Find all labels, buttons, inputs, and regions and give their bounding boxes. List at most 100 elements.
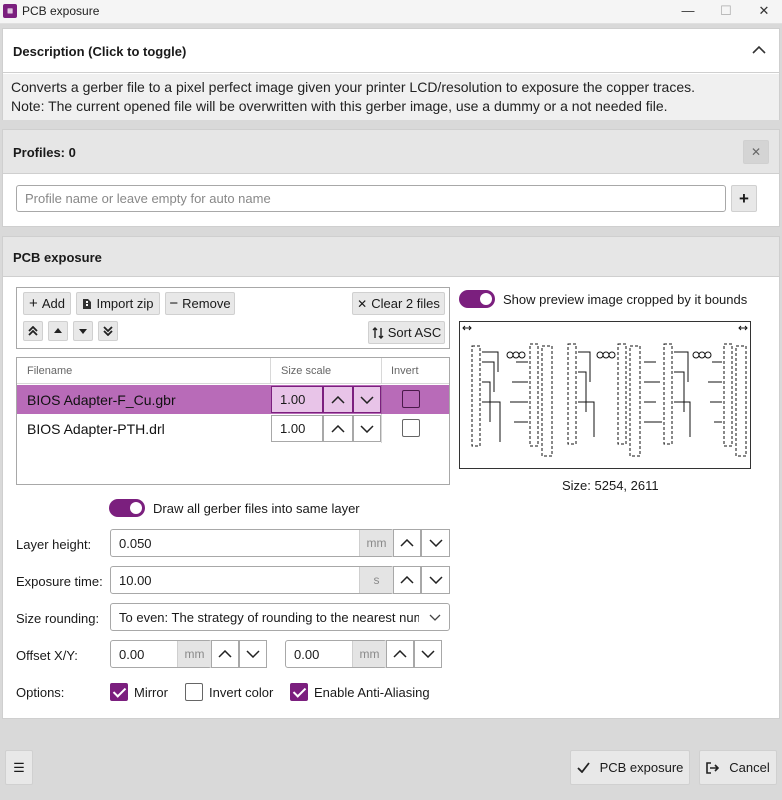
file-toolbar: + Add Import zip − Remove ✕ Clear 2 files S… xyxy=(16,287,450,349)
row-invert-checkbox[interactable] xyxy=(402,419,420,437)
add-profile-button[interactable]: + xyxy=(731,185,757,212)
exposure-time-value: 10.00 xyxy=(119,572,152,588)
description-title: Description (Click to toggle) xyxy=(13,44,187,59)
row-scale-down-button[interactable] xyxy=(353,415,381,442)
app-icon: ▦ xyxy=(3,4,17,18)
add-file-button[interactable]: + Add xyxy=(23,292,71,315)
move-top-button[interactable] xyxy=(23,321,43,341)
plus-icon: + xyxy=(29,295,38,312)
row-filename: BIOS Adapter-PTH.drl xyxy=(27,420,165,437)
table-row[interactable]: BIOS Adapter-F_Cu.gbr 1.00 xyxy=(17,385,449,414)
exposure-time-up-button[interactable] xyxy=(393,566,421,594)
sort-button[interactable]: Sort ASC xyxy=(368,321,445,344)
size-rounding-value: To even: The strategy of rounding to the… xyxy=(119,609,419,625)
pcb-exposure-panel: PCB exposure + Add Import zip − Remove ✕ Cl… xyxy=(2,236,780,719)
pcb-title: PCB exposure xyxy=(13,250,102,265)
column-filename[interactable]: Filename xyxy=(27,358,72,383)
layer-height-value: 0.050 xyxy=(119,535,152,551)
offset-y-input[interactable]: 0.00 mm xyxy=(285,640,387,668)
offset-x-up-button[interactable] xyxy=(211,640,239,668)
chevron-down-icon xyxy=(428,576,443,584)
exit-icon xyxy=(706,761,720,774)
chevron-down-icon xyxy=(360,395,374,404)
offset-x-down-button[interactable] xyxy=(239,640,267,668)
triangle-down-icon xyxy=(79,329,87,334)
chevron-down-icon xyxy=(360,424,374,433)
options-label: Options: xyxy=(16,685,65,700)
import-zip-button[interactable]: Import zip xyxy=(76,292,160,315)
profiles-close-button[interactable]: ✕ xyxy=(743,140,769,164)
layer-height-up-button[interactable] xyxy=(393,529,421,557)
offset-x-value: 0.00 xyxy=(119,646,145,662)
description-body: Converts a gerber file to a pixel perfec… xyxy=(3,74,779,120)
size-rounding-label: Size rounding: xyxy=(16,611,100,626)
pcb-exposure-confirm-button[interactable]: PCB exposure xyxy=(570,750,690,785)
layer-height-unit: mm xyxy=(359,530,393,556)
chevron-down-icon xyxy=(421,650,435,658)
move-up-button[interactable] xyxy=(48,321,68,341)
pcb-preview-image xyxy=(459,321,751,469)
size-rounding-select[interactable]: To even: The strategy of rounding to the… xyxy=(110,603,450,631)
row-scale-up-button[interactable] xyxy=(323,386,353,413)
row-scale-input[interactable]: 1.00 xyxy=(271,386,323,413)
clear-files-button[interactable]: ✕ Clear 2 files xyxy=(352,292,445,315)
offset-x-input[interactable]: 0.00 mm xyxy=(110,640,212,668)
row-scale-input[interactable]: 1.00 xyxy=(271,415,323,442)
anti-aliasing-checkbox[interactable] xyxy=(290,683,308,701)
preview-crop-toggle[interactable] xyxy=(459,290,495,308)
profiles-panel: Profiles: 0 ✕ Profile name or leave empt… xyxy=(2,129,780,227)
chevron-up-icon xyxy=(218,650,232,658)
chevron-up-icon xyxy=(400,576,414,584)
mirror-checkbox[interactable] xyxy=(110,683,128,701)
offset-y-up-button[interactable] xyxy=(386,640,414,668)
close-button[interactable]: ✕ xyxy=(754,2,774,20)
row-filename: BIOS Adapter-F_Cu.gbr xyxy=(27,391,176,408)
invert-color-checkbox[interactable] xyxy=(185,683,203,701)
exposure-time-label: Exposure time: xyxy=(16,574,103,589)
chevron-up-icon xyxy=(400,539,414,547)
preview-crop-label: Show preview image cropped by it bounds xyxy=(503,292,748,307)
layer-height-down-button[interactable] xyxy=(421,529,450,557)
exposure-time-down-button[interactable] xyxy=(421,566,450,594)
move-bottom-button[interactable] xyxy=(98,321,118,341)
checkmark-icon xyxy=(576,762,590,773)
exposure-time-input[interactable]: 10.00 s xyxy=(110,566,394,594)
offset-y-down-button[interactable] xyxy=(414,640,442,668)
offset-x-unit: mm xyxy=(177,641,211,667)
cancel-button[interactable]: Cancel xyxy=(699,750,777,785)
invert-color-label: Invert color xyxy=(209,685,274,700)
column-invert[interactable]: Invert xyxy=(391,358,419,383)
minimize-button[interactable]: — xyxy=(678,2,698,20)
menu-button[interactable]: ☰ xyxy=(5,750,33,785)
offset-y-unit: mm xyxy=(352,641,386,667)
column-size-scale[interactable]: Size scale xyxy=(281,358,331,383)
chevron-up-icon xyxy=(393,650,407,658)
remove-file-label: Remove xyxy=(182,296,231,311)
table-row[interactable]: BIOS Adapter-PTH.drl 1.00 xyxy=(17,414,449,443)
offset-label: Offset X/Y: xyxy=(16,648,78,663)
exposure-time-unit: s xyxy=(359,567,393,593)
sort-label: Sort ASC xyxy=(387,325,442,340)
same-layer-toggle[interactable] xyxy=(109,499,145,517)
row-scale-down-button[interactable] xyxy=(353,386,381,413)
preview-size-label: Size: 5254, 2611 xyxy=(562,478,659,493)
chevron-up-icon xyxy=(752,45,766,54)
double-chevron-up-icon xyxy=(28,326,38,336)
profile-name-input[interactable]: Profile name or leave empty for auto nam… xyxy=(16,185,726,212)
chevron-down-icon xyxy=(429,614,441,621)
chevron-up-icon xyxy=(331,424,345,433)
file-grid: Filename Size scale Invert BIOS Adapter-… xyxy=(16,357,450,485)
layer-height-input[interactable]: 0.050 mm xyxy=(110,529,394,557)
remove-file-button[interactable]: − Remove xyxy=(165,292,235,315)
mirror-label: Mirror xyxy=(134,685,168,700)
grid-header: Filename Size scale Invert xyxy=(17,358,449,384)
row-scale-up-button[interactable] xyxy=(323,415,353,442)
maximize-button[interactable]: ☐ xyxy=(716,2,736,20)
sort-icon xyxy=(372,326,384,339)
description-header[interactable]: Description (Click to toggle) xyxy=(3,29,779,73)
anti-aliasing-label: Enable Anti-Aliasing xyxy=(314,685,430,700)
description-panel: Description (Click to toggle) Converts a… xyxy=(2,28,780,120)
description-line-1: Converts a gerber file to a pixel perfec… xyxy=(11,79,696,95)
move-down-button[interactable] xyxy=(73,321,93,341)
row-invert-checkbox[interactable] xyxy=(402,390,420,408)
